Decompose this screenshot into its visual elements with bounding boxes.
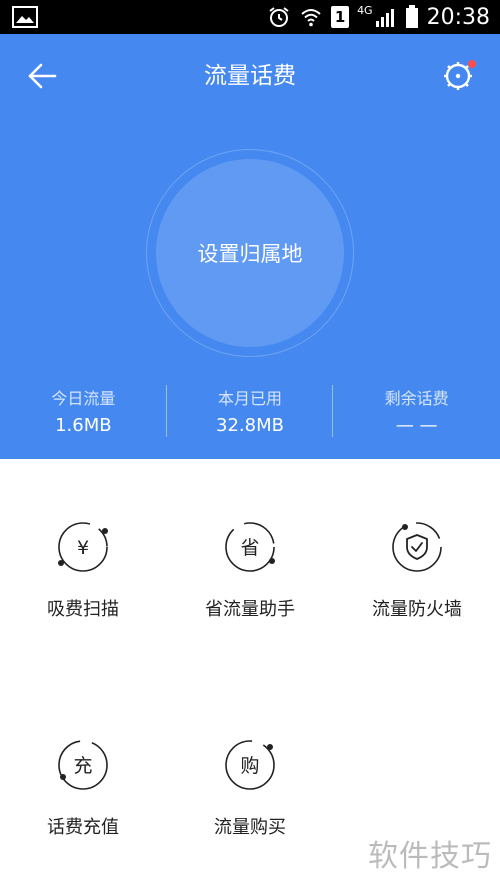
- settings-button[interactable]: [440, 56, 480, 96]
- yuan-scan-icon: ¥: [58, 522, 108, 572]
- stat-value: 1.6MB: [55, 415, 112, 436]
- stat-value: — —: [395, 415, 438, 436]
- status-icons: 1 4G 20:38: [267, 0, 490, 34]
- header-panel: 流量话费 设置归属地 今日流量 1.6MB 本月已用 32.8MB 剩余话费 —…: [0, 34, 500, 459]
- stat-month-used[interactable]: 本月已用 32.8MB: [167, 379, 334, 449]
- stat-today-data[interactable]: 今日流量 1.6MB: [0, 379, 167, 449]
- svg-text:购: 购: [240, 755, 259, 777]
- feature-fee-scan[interactable]: ¥ 吸费扫描: [0, 459, 166, 629]
- gallery-notification-icon: [12, 6, 38, 28]
- feature-label: 流量购买: [214, 817, 286, 838]
- buy-data-icon: 购: [225, 740, 275, 790]
- page-title: 流量话费: [204, 63, 296, 89]
- settings-gear-icon: [444, 62, 472, 90]
- feature-buy-data[interactable]: 购 流量购买: [167, 677, 333, 847]
- set-location-label: 设置归属地: [197, 242, 303, 266]
- stat-label: 今日流量: [51, 389, 116, 408]
- battery-icon: [405, 5, 418, 28]
- svg-text:¥: ¥: [77, 537, 89, 559]
- stat-label: 剩余话费: [384, 389, 449, 408]
- wifi-icon: [301, 9, 321, 27]
- status-bar: 1 4G 20:38: [0, 0, 500, 34]
- feature-label: 吸费扫描: [47, 599, 119, 620]
- sim-icon: 1: [331, 6, 350, 28]
- stat-value: 32.8MB: [216, 415, 284, 436]
- feature-data-firewall[interactable]: 流量防火墙: [334, 459, 500, 629]
- feature-grid: ¥ 吸费扫描 省 省流量助手 流量防火墙 充 话费充值 购 流量购买 软件技巧: [0, 459, 500, 889]
- feature-recharge[interactable]: 充 话费充值: [0, 677, 166, 847]
- stat-label: 本月已用: [218, 389, 283, 408]
- alarm-icon: [269, 7, 289, 27]
- feature-data-saver[interactable]: 省 省流量助手: [167, 459, 333, 629]
- usage-stats: 今日流量 1.6MB 本月已用 32.8MB 剩余话费 — —: [0, 379, 500, 449]
- network-type: 4G: [357, 3, 373, 17]
- signal-icon: [375, 9, 394, 27]
- svg-text:省: 省: [240, 537, 259, 559]
- save-data-icon: 省: [225, 522, 275, 572]
- feature-label: 流量防火墙: [372, 599, 462, 620]
- notification-dot: [468, 60, 476, 68]
- set-location-button[interactable]: 设置归属地: [156, 159, 344, 347]
- stat-remaining-balance[interactable]: 剩余话费 — —: [333, 379, 500, 449]
- clock: 20:38: [426, 4, 490, 30]
- watermark: 软件技巧: [368, 839, 492, 874]
- svg-text:充: 充: [73, 755, 92, 777]
- shield-check-icon: [392, 522, 442, 572]
- feature-label: 省流量助手: [205, 599, 295, 620]
- feature-label: 话费充值: [47, 817, 119, 838]
- recharge-icon: 充: [58, 740, 108, 790]
